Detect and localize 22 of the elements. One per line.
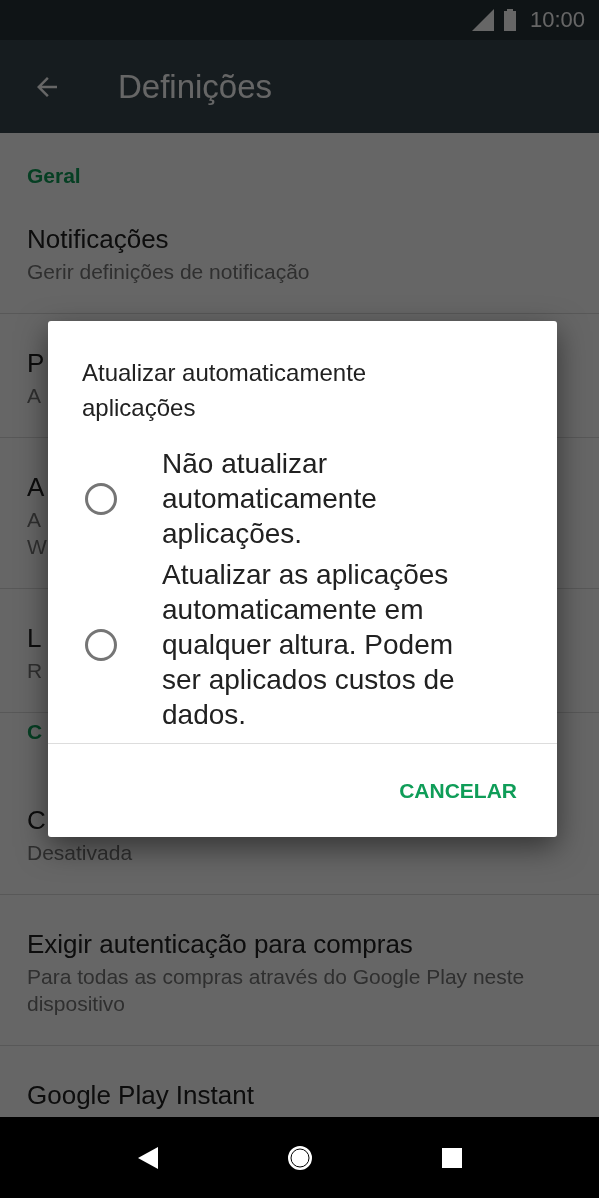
status-time: 10:00 — [529, 7, 585, 33]
radio-button[interactable] — [85, 628, 117, 661]
cancel-button[interactable]: CANCELAR — [389, 770, 527, 811]
section-header: Geral — [27, 164, 81, 188]
screen-title: Definições — [118, 67, 273, 106]
setting-title[interactable]: A — [27, 470, 45, 504]
battery-icon — [503, 9, 516, 31]
signal-icon — [471, 9, 494, 31]
option-label[interactable]: Atualizar as aplicações automaticamente em qualquer altura. Podem ser aplicados custos de dados. — [162, 557, 497, 732]
setting-title[interactable]: L — [27, 621, 42, 655]
section-header: C — [27, 720, 43, 744]
setting-title[interactable]: Notificações — [27, 222, 169, 256]
setting-title[interactable]: Google Play Instant — [27, 1078, 254, 1112]
overview-icon[interactable] — [441, 1147, 462, 1168]
setting-title[interactable]: C — [27, 803, 46, 837]
radio-button[interactable] — [85, 482, 117, 515]
option-label[interactable]: Não atualizar automaticamente aplicações. — [162, 446, 497, 551]
dialog-title: Atualizar automaticamente aplicações — [81, 358, 368, 423]
setting-title[interactable]: P — [27, 346, 45, 380]
home-icon[interactable] — [286, 1144, 313, 1171]
back-icon[interactable] — [137, 1146, 158, 1169]
setting-title[interactable]: Exigir autenticação para compras — [27, 927, 413, 961]
